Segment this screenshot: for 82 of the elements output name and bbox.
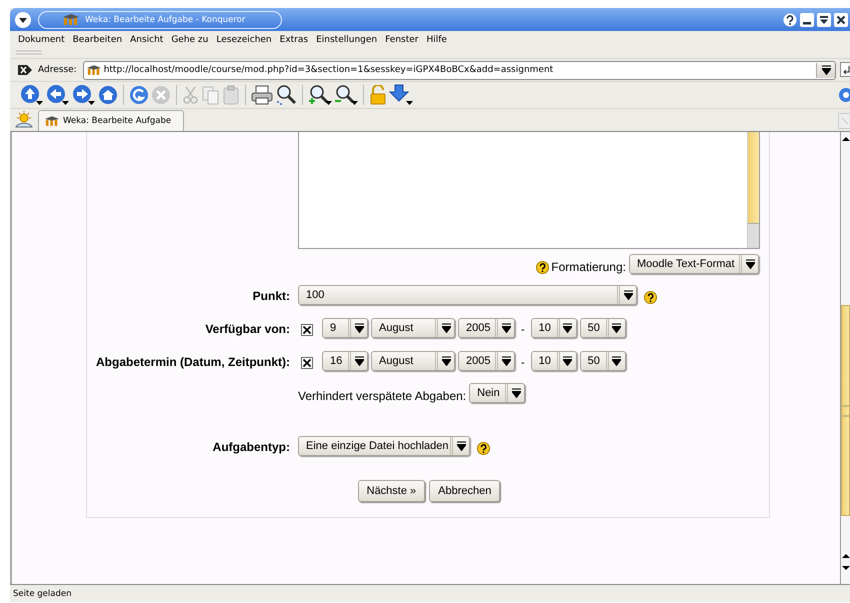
address-field[interactable]: http://localhost/moodle/course/mod.php?id=3&section=1&sesskey=iGPX4BoBCx&add=assignment [82,60,836,80]
help-icon[interactable] [644,291,657,304]
window-menu-icon[interactable] [14,10,32,28]
status-text: Seite geladen [13,588,72,598]
dropdown-arrow-icon [502,356,510,366]
dropdown[interactable]: August [371,351,455,371]
dropdown[interactable]: Eine einzige Datei hochladen [298,436,470,456]
field-label: Verhindert verspätete Abgaben: [298,388,466,403]
checkbox[interactable] [301,324,313,336]
menu-item[interactable]: Ansicht [128,34,170,44]
next-button[interactable]: Nächste » [358,480,426,502]
dropdown-arrow-icon [354,323,364,333]
minimize-icon[interactable] [800,12,814,26]
printer-icon[interactable] [251,85,273,105]
cancel-button[interactable]: Abbrechen [429,480,500,502]
zoom-out-icon[interactable] [334,84,358,106]
toolbar-handle-icon[interactable] [16,50,42,56]
go-icon[interactable] [840,62,850,78]
dropdown-arrow-icon [624,290,632,300]
reload-icon[interactable] [129,85,149,105]
dropdown[interactable]: 2005 [458,351,515,371]
dropdown-arrow-icon [456,441,466,451]
forward-icon[interactable] [72,84,96,106]
clear-address-icon[interactable] [18,63,34,77]
help-icon[interactable] [536,260,550,274]
dropdown[interactable]: Nein [469,383,526,403]
dropdown-arrow-icon [354,356,364,366]
dropdown-arrow-icon [442,356,450,366]
close-icon[interactable] [834,12,848,26]
find-icon[interactable] [275,84,297,106]
dropdown[interactable]: 2005 [458,318,515,338]
dropdown-arrow-icon [502,323,510,333]
field-label: Verfügbar von: [205,322,290,336]
dropdown[interactable]: 50 [580,318,626,338]
logo-icon [63,14,79,26]
dropdown[interactable]: 16 [322,351,368,371]
menu-item[interactable]: Hilfe [424,34,453,44]
dropdown[interactable]: August [371,318,455,338]
checkbox[interactable] [301,357,313,369]
dropdown-arrow-icon [512,388,521,398]
dropdown[interactable]: Moodle Text-Format [629,254,759,274]
scrollbar[interactable] [840,132,850,584]
menu-item[interactable]: Extras [278,34,314,44]
window-title: Weka: Bearbeite Aufgabe - Konqueror [85,14,246,24]
back-icon[interactable] [46,84,70,106]
logo-icon [45,116,59,126]
download-icon[interactable] [389,84,413,106]
help-icon[interactable] [477,442,490,455]
field-label: Punkt: [252,289,290,303]
dropdown-arrow-icon [442,323,450,333]
menu-item[interactable]: Lesezeichen [214,34,278,44]
address-label: Adresse: [38,65,77,75]
tab[interactable]: Weka: Bearbeite Aufgabe [38,110,184,131]
dropdown-arrow-icon [612,323,622,333]
field-label: Formatierung: [551,259,626,274]
menu-item[interactable]: Dokument [16,34,71,44]
dropdown[interactable]: 10 [530,318,577,338]
dropdown-arrow-icon [563,356,572,366]
up-icon[interactable] [20,84,44,106]
field-label: Aufgabentyp: [212,440,290,454]
home-icon[interactable] [98,85,118,105]
maximize-icon[interactable] [817,12,831,26]
dropdown-arrow-icon [612,356,622,366]
logo-icon [86,64,101,76]
help-icon[interactable] [783,12,797,26]
scrollbar[interactable] [747,132,759,248]
new-tab-icon[interactable] [14,111,34,129]
separator-text: - [520,356,526,369]
dropdown[interactable]: 10 [530,351,577,371]
dropdown-arrow-icon [563,323,572,333]
dropdown[interactable]: 100 [298,285,637,305]
menu-item[interactable]: Gehe zu [169,34,214,44]
zoom-in-icon[interactable] [308,84,332,106]
dropdown-arrow-icon [746,259,754,269]
menu-item[interactable]: Einstellungen [314,34,384,44]
menu-item[interactable]: Bearbeiten [70,34,128,44]
field-label: Abgabetermin (Datum, Zeitpunkt): [96,355,290,369]
dropdown[interactable]: 50 [580,351,626,371]
menu-item[interactable]: Fenster [383,34,424,44]
dropdown-arrow-icon[interactable] [822,65,830,75]
dropdown[interactable]: 9 [322,318,368,338]
separator-text: - [520,323,526,336]
